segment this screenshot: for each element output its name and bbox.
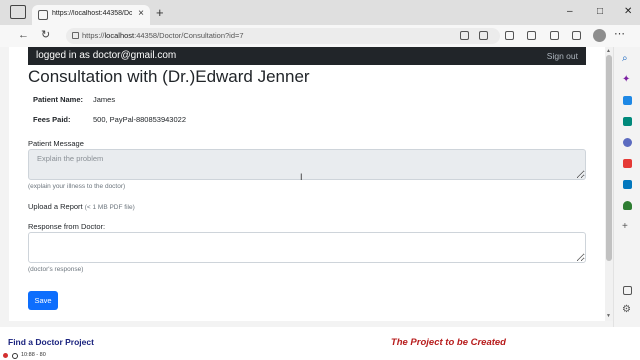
favorites-icon[interactable] xyxy=(527,31,536,40)
upload-report-hint: (< 1 MB PDF file) xyxy=(84,204,135,211)
video-footer: Find a Doctor Project The Project to be … xyxy=(0,327,640,360)
layout-icon[interactable] xyxy=(623,286,632,295)
response-help: (doctor's response) xyxy=(28,266,84,273)
extensions-icon[interactable] xyxy=(550,31,559,40)
page-favicon-icon xyxy=(38,10,48,20)
settings-icon[interactable]: ⚙ xyxy=(622,304,631,315)
tab-title: https://localhost:44358/Doctor/C xyxy=(52,10,132,17)
read-aloud-icon[interactable] xyxy=(460,31,469,40)
patient-message-help: (explain your illness to the doctor) xyxy=(28,183,126,190)
patient-name-value: James xyxy=(93,95,116,104)
sign-out-link[interactable]: Sign out xyxy=(547,51,578,61)
collections-icon[interactable] xyxy=(572,31,581,40)
window-close-icon[interactable]: ✕ xyxy=(624,6,632,18)
fees-paid-label: Fees Paid: xyxy=(33,115,71,124)
favorite-add-icon[interactable] xyxy=(479,31,488,40)
people-icon[interactable] xyxy=(623,138,632,147)
tab-actions-icon[interactable] xyxy=(10,5,26,19)
response-textarea[interactable] xyxy=(28,232,586,263)
profile-avatar[interactable] xyxy=(593,29,606,42)
response-label: Response from Doctor: xyxy=(28,222,106,231)
back-icon[interactable]: ← xyxy=(18,29,29,42)
tab-strip: https://localhost:44358/Doctor/C × + – □… xyxy=(0,0,640,25)
footer-caption: The Project to be Created xyxy=(390,337,506,348)
patient-name-label: Patient Name: xyxy=(33,95,84,104)
upload-report-label: Upload a Report (< 1 MB PDF file) xyxy=(28,202,135,211)
add-icon[interactable]: + xyxy=(622,221,628,232)
browser-tab[interactable]: https://localhost:44358/Doctor/C × xyxy=(32,5,150,25)
outlook-icon[interactable] xyxy=(623,180,632,189)
new-tab-icon[interactable]: + xyxy=(156,6,164,19)
edge-sidebar: ⌕ ✦ + ⚙ xyxy=(613,47,640,327)
minimize-icon[interactable]: – xyxy=(567,6,573,18)
scroll-down-icon[interactable]: ▼ xyxy=(606,313,611,319)
page-title: Consultation with (Dr.)Edward Jenner xyxy=(28,67,310,86)
site-navbar: logged in as doctor@gmail.com Sign out xyxy=(28,47,586,65)
search-icon[interactable]: ⌕ xyxy=(622,53,628,64)
browser-window: https://localhost:44358/Doctor/C × + – □… xyxy=(0,0,640,327)
office-icon[interactable] xyxy=(623,159,632,168)
patient-message-label: Patient Message xyxy=(28,139,84,148)
lock-icon[interactable] xyxy=(72,32,79,39)
address-row: ← ↻ https://localhost:44358/Doctor/Consu… xyxy=(0,25,640,47)
footer-project-title: Find a Doctor Project xyxy=(8,337,94,347)
page-scrollbar[interactable]: ▲ ▼ xyxy=(605,47,613,321)
fees-paid-value: 500, PayPal-880853943022 xyxy=(93,115,186,124)
url-text: https://localhost:44358/Doctor/Consultat… xyxy=(82,31,244,40)
logged-in-user-text: logged in as doctor@gmail.com xyxy=(36,50,177,61)
tag-icon[interactable] xyxy=(623,96,632,105)
screenshot-icon[interactable] xyxy=(505,31,514,40)
page-viewport: logged in as doctor@gmail.com Sign out C… xyxy=(9,47,608,321)
address-bar[interactable]: https://localhost:44358/Doctor/Consultat… xyxy=(66,28,500,44)
sparkle-icon[interactable]: ✦ xyxy=(622,74,630,85)
tab-close-icon[interactable]: × xyxy=(138,8,144,20)
text-cursor-icon: I xyxy=(300,172,303,182)
refresh-icon[interactable]: ↻ xyxy=(41,29,50,42)
patient-message-textarea[interactable] xyxy=(28,149,586,180)
scroll-up-icon[interactable]: ▲ xyxy=(606,48,611,54)
toolbox-icon[interactable] xyxy=(623,117,632,126)
scroll-thumb[interactable] xyxy=(606,55,612,261)
timer-icon xyxy=(12,353,18,359)
record-icon xyxy=(3,353,8,358)
maximize-icon[interactable]: □ xyxy=(597,6,603,18)
save-button[interactable]: Save xyxy=(28,291,58,310)
more-options-icon[interactable]: ⋯ xyxy=(614,28,625,41)
recording-time: 10:88 - 80 xyxy=(21,352,46,358)
tree-icon[interactable] xyxy=(623,201,632,210)
